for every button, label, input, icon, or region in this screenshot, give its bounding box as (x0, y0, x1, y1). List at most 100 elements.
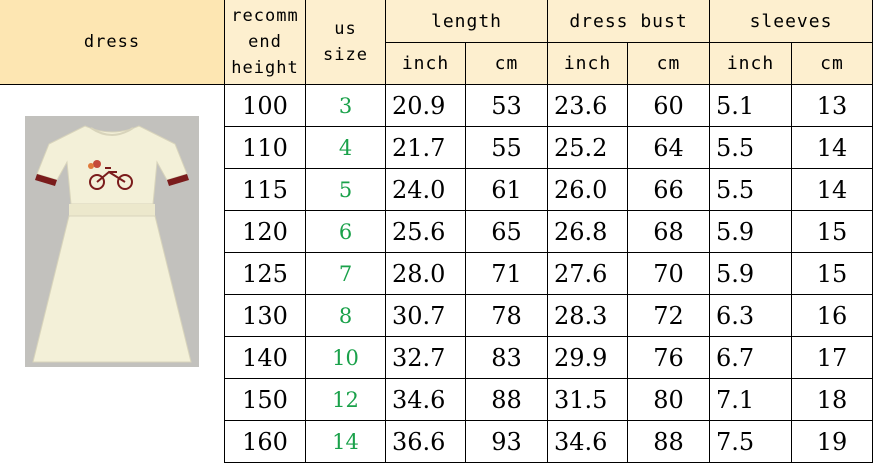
height-value: 115 (225, 169, 306, 211)
bust-inch-value: 29.9 (548, 337, 628, 379)
length-cm-value: 55 (466, 127, 548, 169)
length-cm-value: 71 (466, 253, 548, 295)
height-value: 110 (225, 127, 306, 169)
sleeves-cm-value: 14 (792, 127, 873, 169)
inch-label: inch (401, 53, 450, 74)
length-inch-value: 34.6 (386, 379, 466, 421)
length-inch-value: 24.0 (386, 169, 466, 211)
sleeves-cm-value: 16 (792, 295, 873, 337)
dress-header-label: dress (83, 32, 141, 52)
us-size-value: 8 (306, 295, 386, 337)
bust-inch-value: 27.6 (548, 253, 628, 295)
dress-column-header: dress (0, 0, 225, 85)
us-size-value: 6 (306, 211, 386, 253)
bust-inch-value: 28.3 (548, 295, 628, 337)
bust-inch-header: inch (548, 43, 628, 85)
us-size-value: 12 (306, 379, 386, 421)
sleeves-inch-value: 5.9 (710, 211, 792, 253)
bust-inch-value: 26.8 (548, 211, 628, 253)
sleeves-cm-header: cm (792, 43, 873, 85)
sleeves-group-header: sleeves (710, 0, 873, 43)
bust-cm-value: 76 (628, 337, 710, 379)
us-header-line1: us (334, 19, 357, 39)
bust-inch-value: 26.0 (548, 169, 628, 211)
length-cm-value: 93 (466, 421, 548, 463)
length-cm-value: 83 (466, 337, 548, 379)
dress-photo-icon (25, 116, 199, 367)
bust-inch-value: 31.5 (548, 379, 628, 421)
us-size-value: 10 (306, 337, 386, 379)
bust-inch-value: 23.6 (548, 85, 628, 127)
length-cm-value: 61 (466, 169, 548, 211)
sleeves-inch-value: 6.3 (710, 295, 792, 337)
length-cm-value: 65 (466, 211, 548, 253)
bust-cm-value: 60 (628, 85, 710, 127)
height-value: 160 (225, 421, 306, 463)
bust-cm-header: cm (628, 43, 710, 85)
length-cm-header: cm (466, 43, 548, 85)
cm-label: cm (820, 53, 844, 74)
sleeves-cm-value: 13 (792, 85, 873, 127)
length-inch-value: 25.6 (386, 211, 466, 253)
height-value: 100 (225, 85, 306, 127)
sleeves-inch-value: 5.9 (710, 253, 792, 295)
sleeves-cm-value: 17 (792, 337, 873, 379)
length-inch-value: 20.9 (386, 85, 466, 127)
us-size-value: 5 (306, 169, 386, 211)
bust-inch-value: 34.6 (548, 421, 628, 463)
length-header-label: length (430, 10, 503, 32)
length-cm-value: 53 (466, 85, 548, 127)
height-value: 140 (225, 337, 306, 379)
sleeves-cm-value: 15 (792, 211, 873, 253)
length-inch-value: 21.7 (386, 127, 466, 169)
bust-header-label: dress bust (569, 10, 688, 32)
us-size-value: 4 (306, 127, 386, 169)
bust-cm-value: 70 (628, 253, 710, 295)
bust-cm-value: 68 (628, 211, 710, 253)
bust-cm-value: 64 (628, 127, 710, 169)
height-value: 125 (225, 253, 306, 295)
us-header-line2: size (323, 45, 368, 65)
sleeves-inch-value: 7.1 (710, 379, 792, 421)
length-inch-value: 28.0 (386, 253, 466, 295)
us-size-value: 7 (306, 253, 386, 295)
size-chart-table: dress recomm end height us size length d… (0, 0, 873, 463)
sleeves-inch-header: inch (710, 43, 792, 85)
us-size-header: us size (306, 0, 386, 85)
bust-cm-value: 88 (628, 421, 710, 463)
sleeves-inch-value: 5.1 (710, 85, 792, 127)
inch-label: inch (726, 53, 775, 74)
bust-group-header: dress bust (548, 0, 710, 43)
height-header-line3: height (231, 58, 299, 78)
sleeves-cm-value: 14 (792, 169, 873, 211)
sleeves-inch-value: 5.5 (710, 127, 792, 169)
us-size-value: 3 (306, 85, 386, 127)
us-size-value: 14 (306, 421, 386, 463)
height-header-line1: recomm (231, 6, 299, 26)
bust-inch-value: 25.2 (548, 127, 628, 169)
bust-cm-value: 80 (628, 379, 710, 421)
sleeves-inch-value: 7.5 (710, 421, 792, 463)
sleeves-inch-value: 5.5 (710, 169, 792, 211)
sleeves-cm-value: 19 (792, 421, 873, 463)
sleeves-cm-value: 18 (792, 379, 873, 421)
height-value: 130 (225, 295, 306, 337)
inch-label: inch (563, 53, 612, 74)
length-cm-value: 88 (466, 379, 548, 421)
cm-label: cm (656, 53, 681, 74)
length-cm-value: 78 (466, 295, 548, 337)
height-value: 120 (225, 211, 306, 253)
sleeves-cm-value: 15 (792, 253, 873, 295)
height-value: 150 (225, 379, 306, 421)
bust-cm-value: 66 (628, 169, 710, 211)
bust-cm-value: 72 (628, 295, 710, 337)
length-inch-value: 32.7 (386, 337, 466, 379)
sleeves-inch-value: 6.7 (710, 337, 792, 379)
length-inch-header: inch (386, 43, 466, 85)
sleeves-header-label: sleeves (749, 10, 833, 32)
dress-image-cell (0, 85, 225, 463)
cm-label: cm (494, 53, 519, 74)
length-inch-value: 36.6 (386, 421, 466, 463)
length-inch-value: 30.7 (386, 295, 466, 337)
height-header-line2: end (248, 32, 282, 52)
